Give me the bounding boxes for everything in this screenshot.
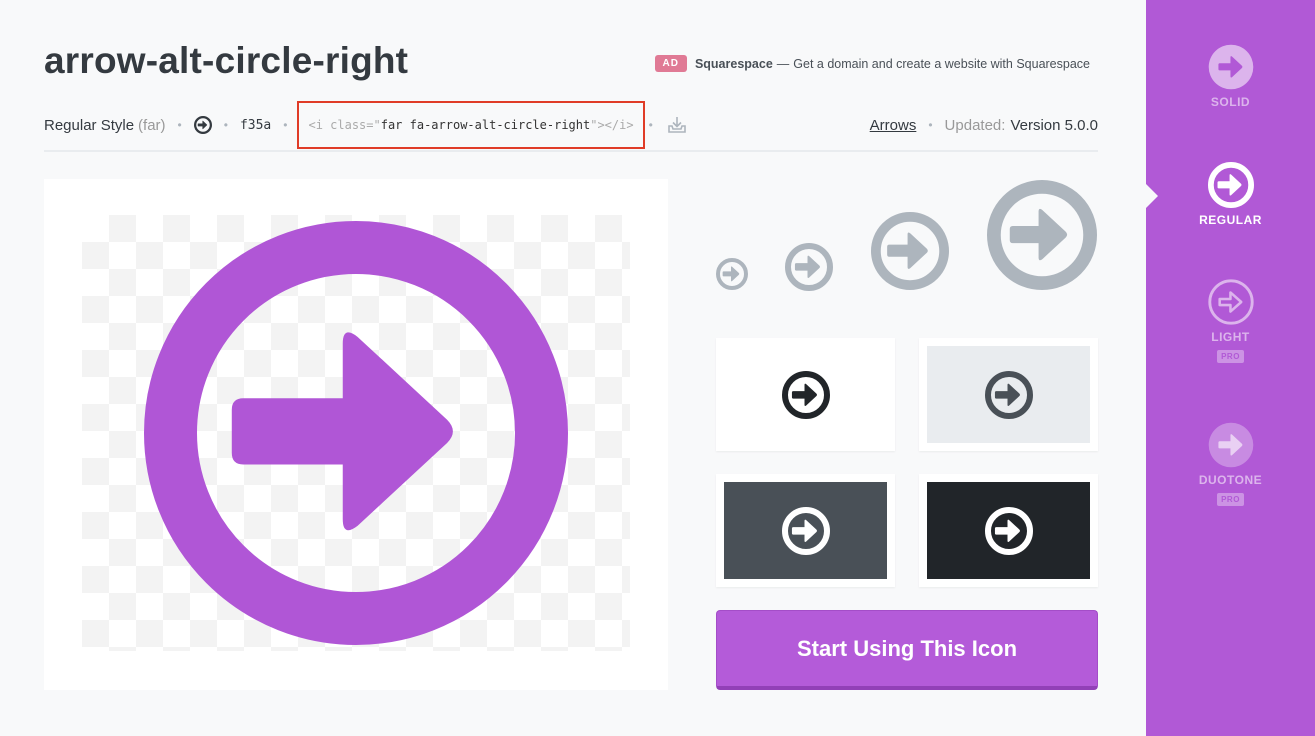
arrow-circle-light-icon <box>1208 279 1254 325</box>
separator-dot: • <box>283 118 288 132</box>
code-classes: far fa-arrow-alt-circle-right <box>380 118 591 132</box>
ad-text[interactable]: Get a domain and create a website with S… <box>793 57 1090 71</box>
icon-meta-bar: Regular Style (far) • • f35a • <i class=… <box>44 100 1098 152</box>
main-content: arrow-alt-circle-right AD Squarespace — … <box>0 0 1146 736</box>
pro-badge: PRO <box>1217 350 1244 363</box>
active-style-indicator <box>1146 184 1158 208</box>
separator-dot: • <box>223 118 228 132</box>
code-open-tag: <i class=" <box>308 118 381 132</box>
arrow-circle-duotone-icon <box>1208 422 1253 468</box>
separator-dot: • <box>177 118 182 132</box>
arrow-circle-right-icon <box>987 180 1097 290</box>
code-close-tag: "></i> <box>590 118 634 132</box>
arrow-circle-right-icon <box>716 258 748 290</box>
preview-tile-light-gray <box>919 338 1098 451</box>
preview-tile-white <box>716 338 895 451</box>
style-switcher-sidebar: SOLID REGULAR LIGHT PRO DUOTONE PRO <box>1146 0 1315 736</box>
pro-badge: PRO <box>1217 493 1244 506</box>
separator-dot: • <box>648 118 653 132</box>
arrow-circle-solid-icon <box>1208 44 1253 90</box>
style-label-duotone: DUOTONE <box>1198 473 1263 487</box>
unicode-value[interactable]: f35a <box>240 118 271 133</box>
ad-separator: — <box>776 56 790 71</box>
ad-banner[interactable]: AD Squarespace — Get a domain and create… <box>654 55 1090 72</box>
html-code-snippet[interactable]: <i class=" far fa-arrow-alt-circle-right "… <box>297 101 645 149</box>
icon-preview-canvas <box>44 179 668 690</box>
separator-dot: • <box>928 118 933 132</box>
ad-badge: AD <box>654 55 687 72</box>
style-label-regular: REGULAR <box>1199 213 1262 227</box>
style-option-duotone[interactable]: DUOTONE PRO <box>1146 422 1315 507</box>
arrow-circle-right-icon <box>785 243 833 291</box>
updated-version: Version 5.0.0 <box>1010 116 1098 134</box>
style-label: Regular Style <box>44 116 135 134</box>
download-icon[interactable] <box>667 115 687 135</box>
preview-tile-dark-gray <box>716 474 895 587</box>
style-option-light[interactable]: LIGHT PRO <box>1146 279 1315 364</box>
updated-label: Updated: <box>944 116 1006 134</box>
arrow-circle-right-icon <box>782 371 830 419</box>
ad-brand[interactable]: Squarespace <box>695 57 773 71</box>
start-using-icon-button[interactable]: Start Using This Icon <box>716 610 1098 690</box>
meta-right: Arrows • Updated: Version 5.0.0 <box>870 117 1098 134</box>
arrow-circle-right-icon <box>194 116 212 134</box>
style-label-light: LIGHT <box>1211 330 1250 344</box>
arrow-circle-right-icon <box>985 371 1033 419</box>
preview-tile-black <box>919 474 1098 587</box>
style-label-solid: SOLID <box>1210 95 1251 109</box>
category-link[interactable]: Arrows <box>870 117 917 134</box>
arrow-circle-right-icon <box>782 507 830 555</box>
style-prefix: (far) <box>138 116 166 134</box>
arrow-circle-right-icon <box>985 507 1033 555</box>
arrow-circle-right-icon <box>871 212 949 290</box>
page-title: arrow-alt-circle-right <box>44 40 409 81</box>
style-option-solid[interactable]: SOLID <box>1146 44 1315 109</box>
arrow-circle-right-icon <box>144 221 568 645</box>
style-option-regular[interactable]: REGULAR <box>1146 162 1315 227</box>
arrow-circle-regular-icon <box>1208 162 1254 208</box>
